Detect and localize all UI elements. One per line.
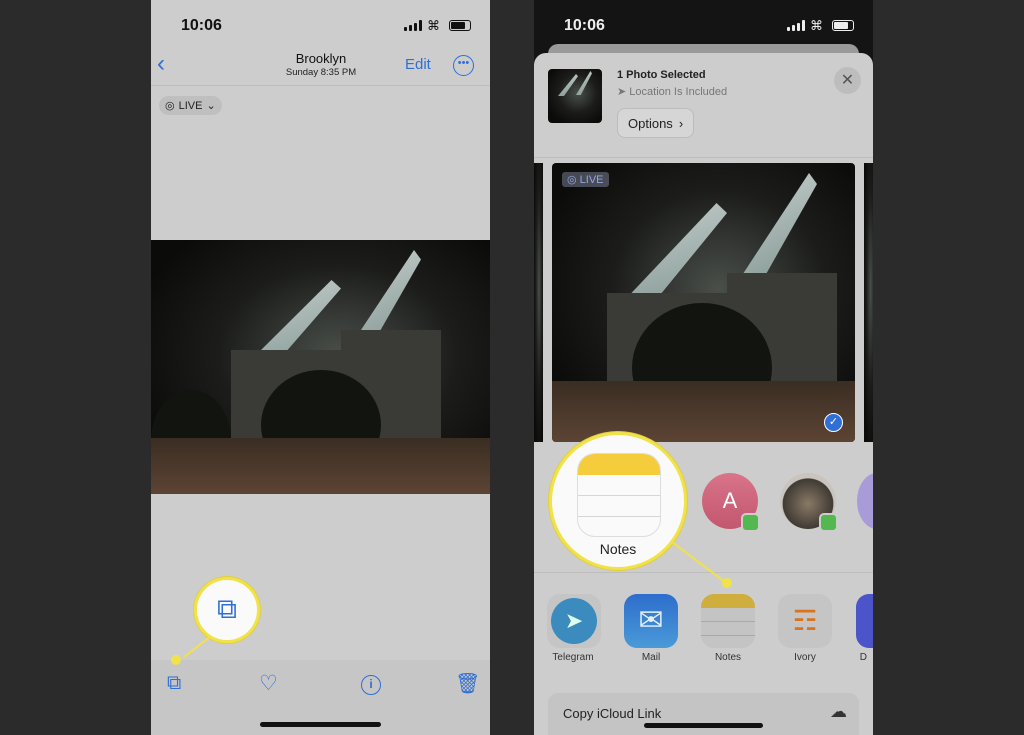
contact-avatar-partial[interactable]	[857, 473, 873, 529]
action-label: Copy iCloud Link	[563, 706, 662, 721]
callout-line	[183, 635, 212, 658]
share-sheet-screen: 10:06 ⌘ 1 Photo Selected ➤ Location Is I…	[534, 0, 873, 735]
app-label: Mail	[641, 652, 661, 663]
share-title: 1 Photo Selected	[617, 69, 706, 81]
callout-dot	[722, 578, 732, 588]
messages-icon	[741, 513, 760, 532]
photo-title: Brooklyn	[295, 51, 347, 66]
status-time: 10:06	[181, 17, 222, 34]
messages-icon	[819, 513, 838, 532]
app-ivory[interactable]: ☶	[778, 594, 832, 648]
back-button[interactable]: ‹	[157, 50, 165, 78]
app-label: Notes	[714, 652, 742, 663]
notes-highlight-label: Notes	[599, 541, 637, 557]
notes-icon	[577, 453, 661, 537]
photos-app-screen: 10:06 ⌘ ‹ Brooklyn Sunday 8:35 PM Edit •…	[151, 0, 490, 735]
options-button[interactable]: Options ›	[617, 108, 695, 138]
home-indicator	[644, 723, 763, 728]
share-button[interactable]: ⧉	[167, 672, 181, 695]
prev-photo[interactable]	[534, 163, 543, 442]
live-toggle[interactable]: ◎ LIVE ⌄	[159, 96, 222, 115]
next-photo[interactable]	[864, 163, 873, 442]
location-note: ➤ Location Is Included	[617, 86, 728, 98]
checkmark-circle-icon[interactable]: ✓	[824, 413, 843, 432]
copy-icloud-link-button[interactable]: Copy iCloud Link ☁	[548, 693, 859, 735]
wifi-icon: ⌘	[810, 18, 823, 33]
chevron-right-icon: ›	[678, 115, 684, 131]
live-badge: ◎ LIVE	[562, 172, 609, 187]
close-button[interactable]: ✕	[834, 67, 861, 94]
app-mail[interactable]: ✉	[624, 594, 678, 648]
location-arrow-icon: ➤	[617, 86, 630, 98]
edit-button[interactable]: Edit	[405, 56, 431, 73]
selected-photo-thumbnail	[548, 69, 602, 123]
status-time: 10:06	[564, 17, 605, 34]
share-icon-highlight: ⧉	[194, 577, 260, 643]
app-label: Telegram	[552, 652, 594, 663]
wifi-icon: ⌘	[427, 18, 440, 33]
delete-button[interactable]: 🗑	[455, 671, 480, 696]
divider	[534, 572, 873, 573]
signal-icon	[404, 20, 422, 31]
app-telegram[interactable]: ➤	[547, 594, 601, 648]
photo-date: Sunday 8:35 PM	[285, 67, 357, 78]
photo[interactable]	[151, 240, 490, 494]
notes-highlight: Notes	[549, 432, 687, 570]
live-label: LIVE	[178, 99, 203, 112]
cloud-link-icon: ☁	[830, 702, 847, 721]
share-photo[interactable]: ◎ LIVE ✓	[552, 163, 855, 442]
more-button[interactable]: •••	[453, 55, 474, 76]
favorite-button[interactable]: ♡	[259, 671, 278, 696]
chevron-down-icon: ⌄	[206, 100, 216, 112]
app-notes[interactable]	[701, 594, 755, 648]
live-photo-icon: ◎	[165, 100, 175, 112]
info-button[interactable]: i	[361, 675, 381, 695]
callout-dot	[171, 655, 181, 665]
app-label: D	[859, 652, 867, 663]
signal-icon	[787, 20, 805, 31]
battery-icon	[832, 20, 854, 31]
home-indicator	[260, 722, 381, 727]
battery-icon	[449, 20, 471, 31]
app-partial[interactable]	[856, 594, 873, 648]
divider	[151, 85, 490, 86]
divider	[534, 157, 873, 158]
